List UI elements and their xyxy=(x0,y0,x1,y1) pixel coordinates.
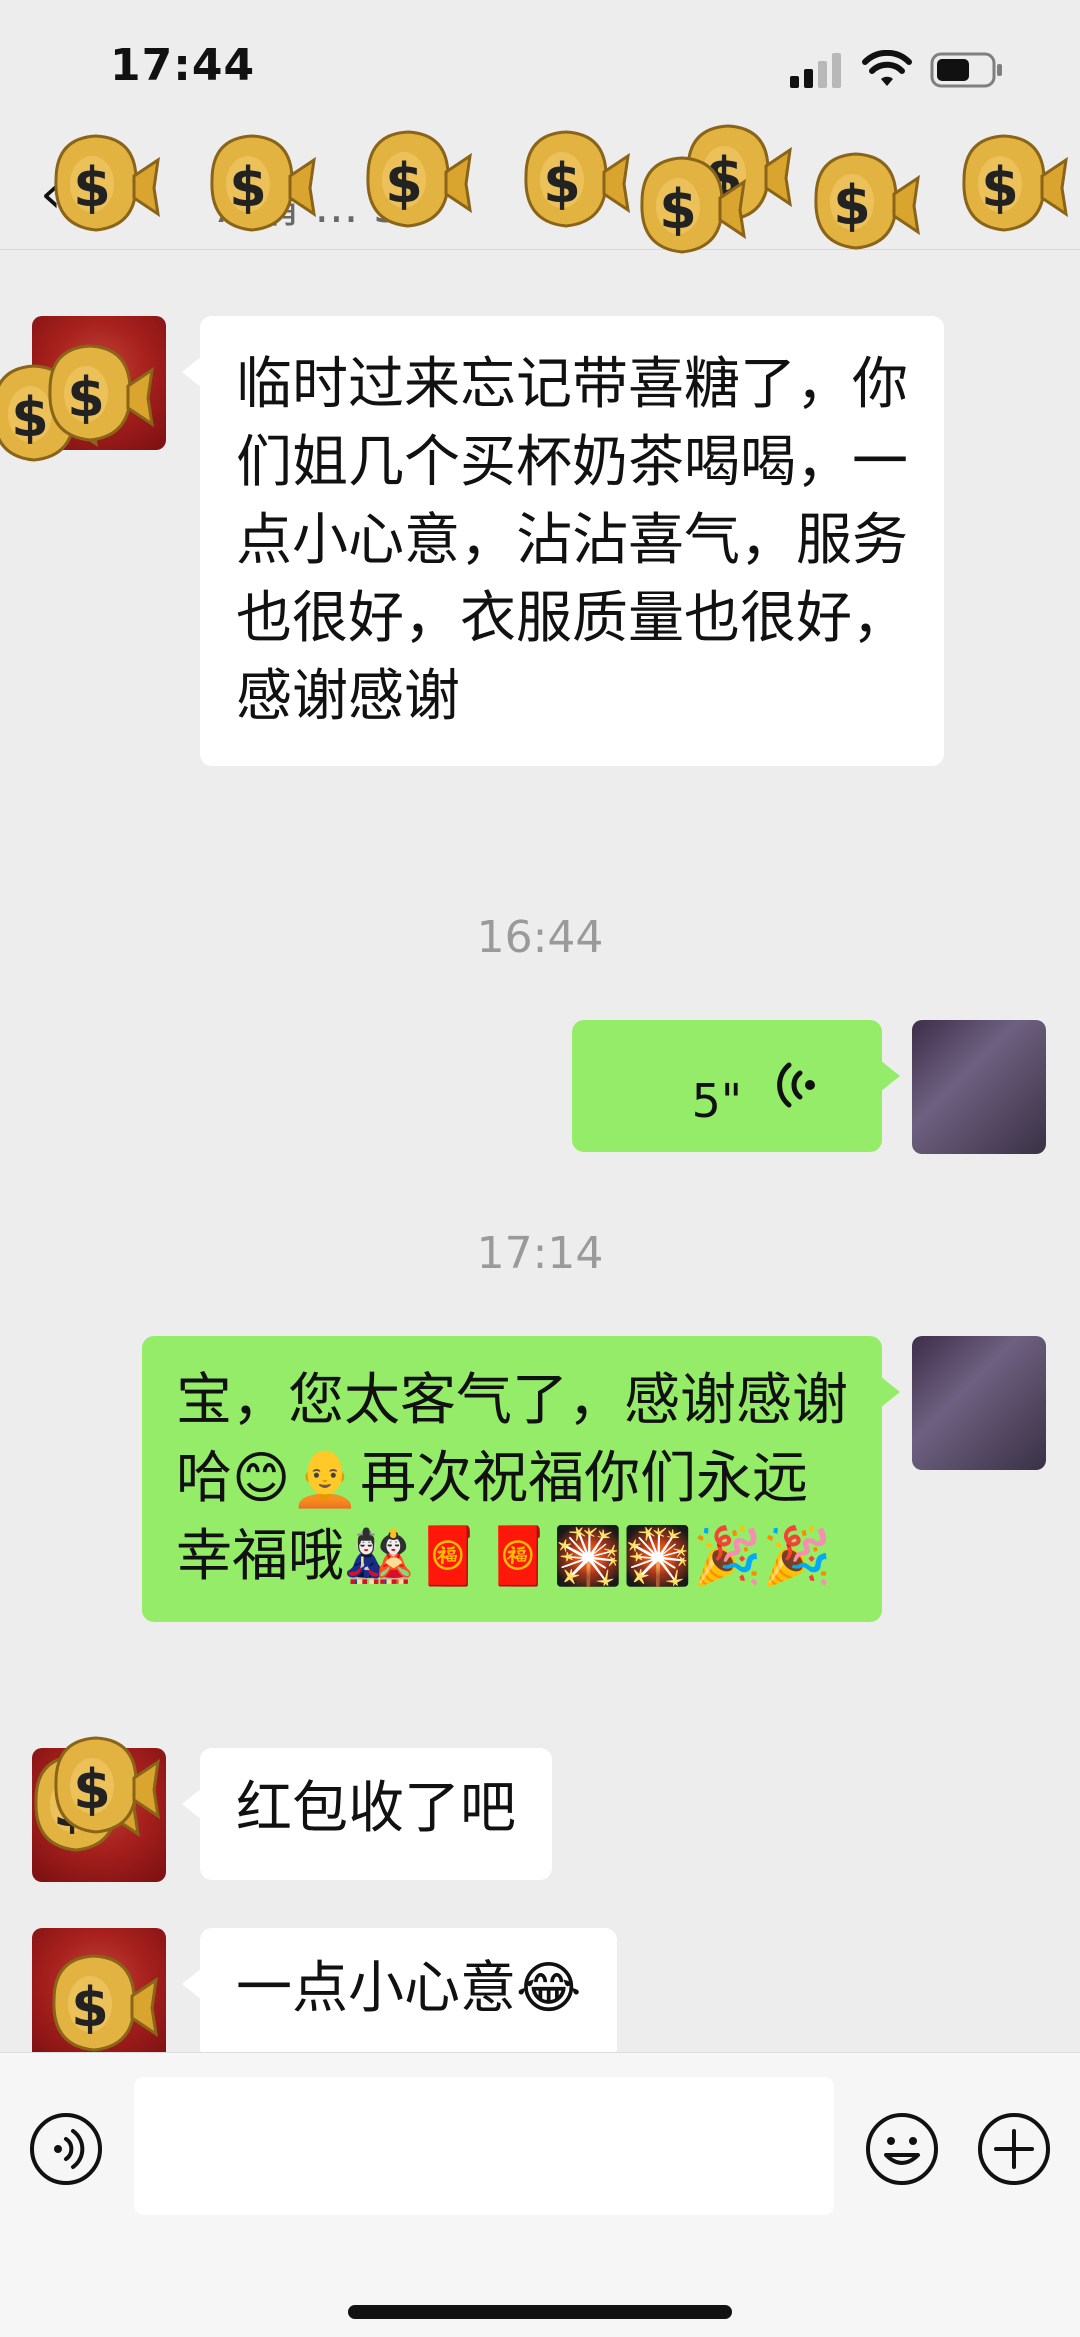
message-bubble-received[interactable]: 红包收了吧 xyxy=(182,1748,552,1880)
contact-avatar[interactable] xyxy=(32,1928,166,2062)
plus-icon[interactable] xyxy=(976,2111,1052,2187)
message-timestamp: 17:14 xyxy=(476,1228,604,1279)
contact-avatar[interactable] xyxy=(32,316,166,450)
voice-duration: 5" xyxy=(691,1074,742,1128)
message-text: 一点小心意😂 xyxy=(236,1956,582,2021)
my-avatar[interactable] xyxy=(912,1336,1046,1470)
contact-avatar[interactable] xyxy=(32,1748,166,1882)
status-bar: 17:44 xyxy=(0,0,1080,140)
message-text: 临时过来忘记带喜糖了，你们姐几个买杯奶茶喝喝，一点小心意，沾沾喜气，服务也很好，… xyxy=(236,352,908,729)
chevron-left-icon[interactable]: ‹ xyxy=(40,162,62,225)
status-time: 17:44 xyxy=(110,40,256,91)
wifi-icon xyxy=(862,50,912,86)
message-input[interactable] xyxy=(134,2077,834,2215)
emoji-icon[interactable] xyxy=(864,2111,940,2187)
battery-icon xyxy=(930,52,1002,88)
my-avatar[interactable] xyxy=(912,1020,1046,1154)
message-bubble-sent[interactable]: 宝，您太客气了，感谢感谢哈😊🧑‍🦲再次祝福你们永远幸福哦🎎🧧🧧🎇🎇🎉🎉 xyxy=(142,1336,900,1622)
voice-input-icon[interactable] xyxy=(28,2111,104,2187)
chat-title: 7 请 ... 5 xyxy=(210,179,403,233)
voice-playback-icon xyxy=(777,1062,815,1108)
chat-header: ‹ 7 请 ... 5 xyxy=(0,140,1080,250)
voice-message-bubble[interactable]: 5" xyxy=(572,1020,900,1152)
cellular-signal-icon xyxy=(790,53,841,88)
message-bubble-received[interactable]: 一点小心意😂 xyxy=(181,1928,618,2060)
message-text: 宝，您太客气了，感谢感谢哈😊🧑‍🦲再次祝福你们永远幸福哦🎎🧧🧧🎇🎇🎉🎉 xyxy=(176,1368,848,1589)
message-bubble-received[interactable]: 临时过来忘记带喜糖了，你们姐几个买杯奶茶喝喝，一点小心意，沾沾喜气，服务也很好，… xyxy=(182,316,944,766)
home-indicator xyxy=(348,2305,732,2319)
message-timestamp: 16:44 xyxy=(476,912,604,963)
message-text: 红包收了吧 xyxy=(236,1776,516,1841)
input-bar xyxy=(0,2052,1080,2337)
